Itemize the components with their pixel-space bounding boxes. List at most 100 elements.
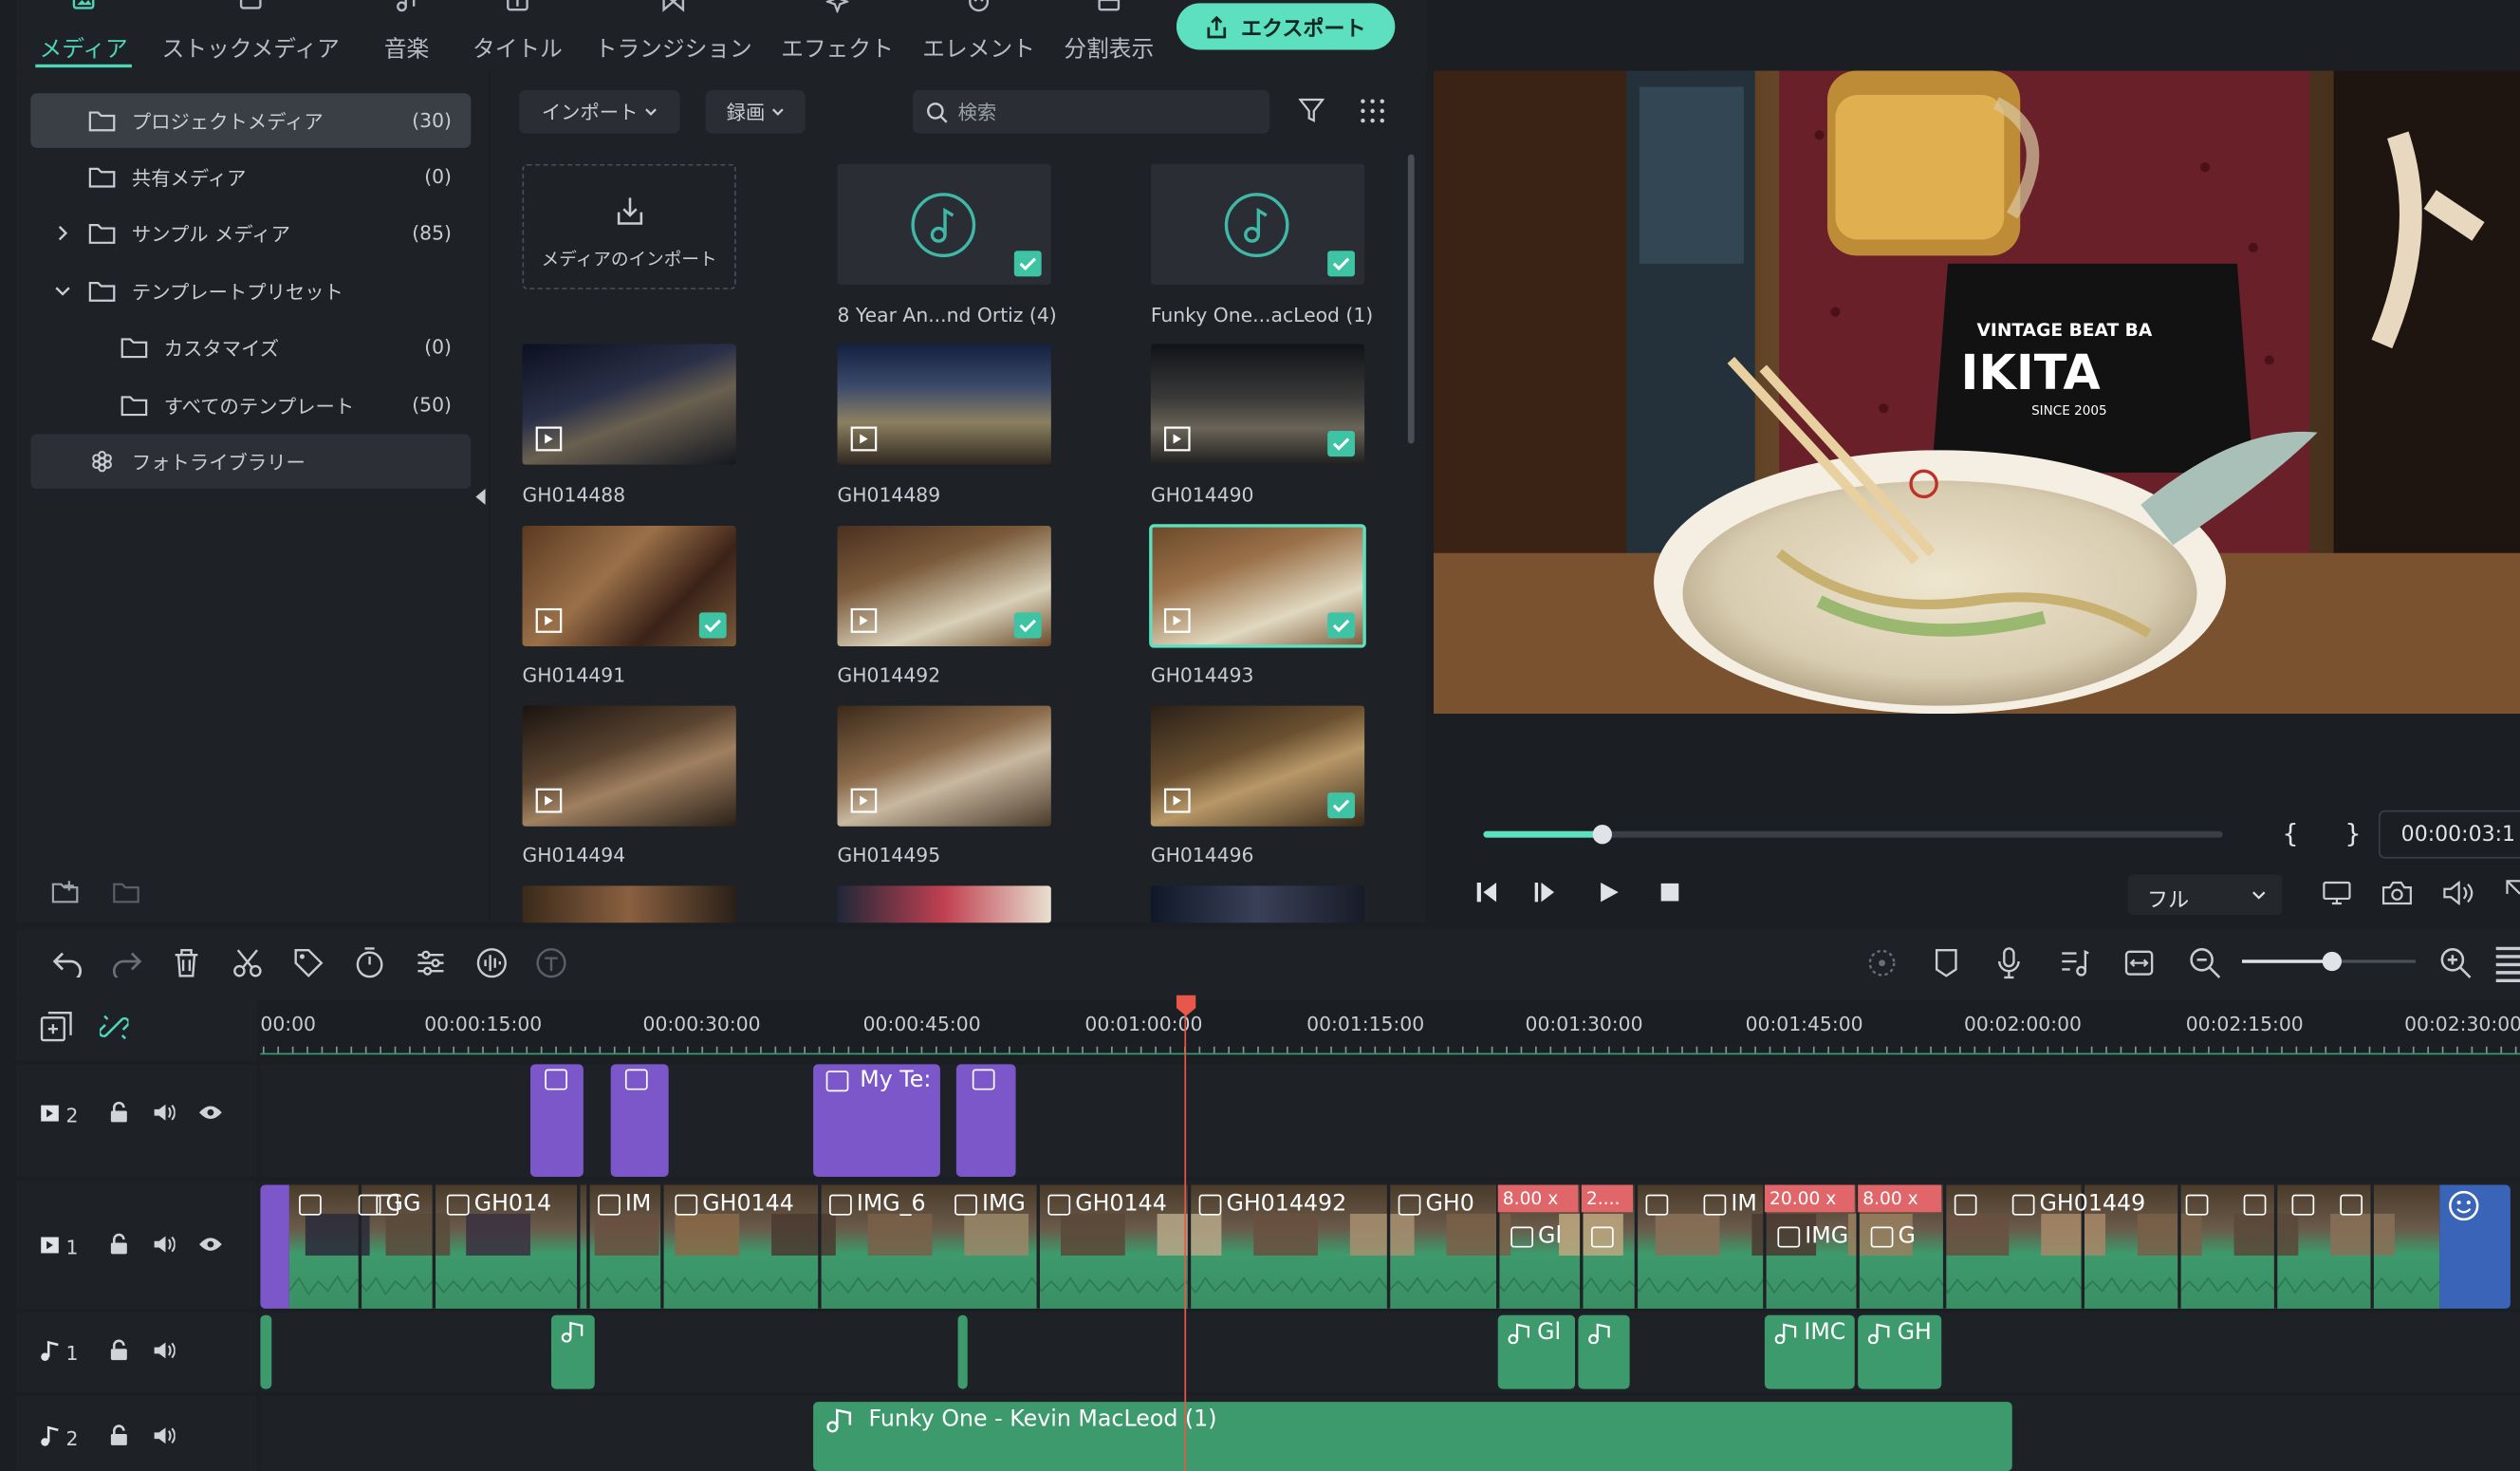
mark-out-button[interactable]: } (2344, 818, 2361, 848)
main-video-clip-strip[interactable]: G G GH014 IM GH0144 IMG_6 IMG GH0144 GH0… (288, 1184, 2440, 1309)
audio-clip[interactable]: Gl (1497, 1314, 1576, 1389)
tab-media[interactable]: メディア (35, 0, 132, 71)
library-shared-media[interactable]: 共有メディア (0) (30, 150, 471, 205)
library-template-presets[interactable]: テンプレートプリセット (30, 264, 471, 319)
media-thumb-gh014494[interactable] (522, 705, 736, 827)
eye-icon[interactable] (197, 1235, 223, 1254)
speed-badge[interactable]: 2.... (1581, 1184, 1634, 1213)
playhead-handle[interactable] (1175, 995, 1197, 1018)
monitor-icon[interactable] (2323, 881, 2351, 905)
title-clip[interactable] (529, 1064, 584, 1178)
import-dropdown[interactable]: インポート (519, 89, 680, 134)
playback-progress-track[interactable] (1483, 825, 2223, 845)
media-thumb-audio-1[interactable] (837, 163, 1051, 285)
media-thumb-audio-2[interactable] (1150, 163, 1365, 285)
media-scrollbar[interactable] (1407, 154, 1415, 444)
previous-frame-icon[interactable] (1475, 881, 1501, 903)
tab-elements[interactable]: エレメント (921, 0, 1037, 71)
audio-waveform-icon[interactable] (475, 947, 508, 979)
render-icon[interactable] (1867, 948, 1896, 977)
audio-clip[interactable] (551, 1314, 595, 1389)
chevron-down-icon[interactable] (55, 285, 71, 298)
title-clip[interactable] (610, 1064, 669, 1178)
tab-music[interactable]: 音楽 (373, 0, 440, 71)
library-customize[interactable]: カスタマイズ (0) (30, 320, 471, 375)
timeline-settings-icon[interactable] (2495, 942, 2520, 984)
record-dropdown[interactable]: 録画 (705, 89, 806, 134)
tab-transitions[interactable]: トランジション (591, 0, 755, 71)
expand-icon[interactable] (2504, 878, 2520, 897)
audio-mixer-icon[interactable] (2061, 948, 2089, 977)
media-thumb-gh014490[interactable] (1150, 344, 1365, 465)
audio-clip[interactable] (260, 1314, 272, 1389)
media-thumb-gh014495[interactable] (837, 705, 1051, 827)
marker-icon[interactable] (1934, 948, 1959, 978)
library-all-templates[interactable]: すべてのテンプレート (50) (30, 378, 471, 433)
filter-icon[interactable] (1298, 98, 1325, 123)
element-clip[interactable] (2439, 1184, 2511, 1309)
speaker-icon[interactable] (153, 1235, 176, 1254)
link-icon[interactable] (100, 1012, 129, 1044)
folder-outline-icon[interactable] (113, 880, 141, 905)
audio-clip[interactable]: IMC (1764, 1314, 1855, 1389)
tab-effects[interactable]: エフェクト (780, 0, 896, 71)
import-media-tile[interactable]: メディアのインポート (522, 163, 736, 289)
tab-split-screen[interactable]: 分割表示 (1063, 0, 1156, 71)
library-project-media[interactable]: プロジェクトメディア (30) (30, 93, 472, 148)
adjust-sliders-icon[interactable] (417, 948, 445, 977)
mark-in-button[interactable]: { (2282, 818, 2298, 848)
delete-icon[interactable] (174, 948, 199, 978)
media-thumb-partial[interactable] (1150, 885, 1365, 923)
zoom-slider-knob[interactable] (2322, 951, 2343, 972)
media-thumb-gh014496[interactable] (1150, 705, 1365, 827)
media-thumb-gh014489[interactable] (837, 344, 1051, 465)
speaker-icon[interactable] (153, 1341, 176, 1360)
lock-icon[interactable] (109, 1101, 128, 1124)
tab-titles[interactable]: タイトル (466, 0, 568, 71)
zoom-in-icon[interactable] (2439, 947, 2472, 979)
media-thumb-gh014491[interactable] (522, 525, 736, 646)
timeline-ruler[interactable]: 00:00 00:00:15:00 00:00:30:00 00:00:45:0… (260, 999, 2520, 1062)
grid-view-icon[interactable] (1360, 98, 1385, 123)
export-button[interactable]: エクスポート (1176, 3, 1396, 50)
collapse-panel-icon[interactable] (474, 488, 488, 505)
speed-timer-icon[interactable] (355, 947, 383, 979)
fit-timeline-icon[interactable] (2124, 948, 2154, 977)
media-thumb-partial[interactable] (837, 885, 1051, 923)
library-sample-media[interactable]: サンプル メディア (85) (30, 206, 471, 261)
next-frame-icon[interactable] (1533, 881, 1559, 903)
volume-icon[interactable] (2443, 881, 2474, 905)
text-to-speech-icon[interactable] (535, 947, 567, 979)
stop-icon[interactable] (1658, 881, 1681, 903)
audio-clip[interactable] (1578, 1314, 1630, 1389)
title-clip[interactable] (260, 1184, 289, 1309)
zoom-slider-track[interactable] (2241, 951, 2416, 972)
snapshot-camera-icon[interactable] (2381, 881, 2412, 905)
speed-badge[interactable]: 20.00 x (1764, 1184, 1855, 1213)
eye-icon[interactable] (197, 1103, 223, 1122)
quality-select[interactable]: フル (2127, 874, 2283, 915)
tag-icon[interactable] (294, 948, 324, 978)
tab-stock-media[interactable]: ストックメディア (158, 0, 343, 71)
title-clip[interactable] (955, 1064, 1016, 1178)
speaker-icon[interactable] (153, 1103, 176, 1122)
audio-clip[interactable] (957, 1314, 968, 1389)
split-scissors-icon[interactable] (233, 948, 262, 978)
speed-badge[interactable]: 8.00 x (1858, 1184, 1942, 1213)
media-thumb-gh014493[interactable] (1149, 524, 1366, 648)
new-folder-icon[interactable] (51, 880, 80, 905)
redo-icon[interactable] (111, 948, 143, 978)
media-thumb-gh014492[interactable] (837, 525, 1051, 646)
add-track-icon[interactable] (40, 1012, 72, 1044)
speed-badge[interactable]: 8.00 x (1497, 1184, 1579, 1213)
library-photo-library[interactable]: フォトライブラリー (30, 434, 472, 489)
lock-icon[interactable] (109, 1424, 128, 1447)
play-icon[interactable] (1598, 881, 1621, 903)
media-thumb-gh014488[interactable] (522, 344, 736, 465)
chevron-right-icon[interactable] (56, 225, 69, 241)
lock-icon[interactable] (109, 1233, 128, 1256)
video-preview[interactable]: VINTAGE BEAT BA IKITA SINCE 2005 (1433, 70, 2520, 715)
undo-icon[interactable] (51, 948, 83, 978)
lock-icon[interactable] (109, 1339, 128, 1362)
audio-clip-funky-one[interactable]: Funky One - Kevin MacLeod (1) (813, 1402, 2012, 1471)
